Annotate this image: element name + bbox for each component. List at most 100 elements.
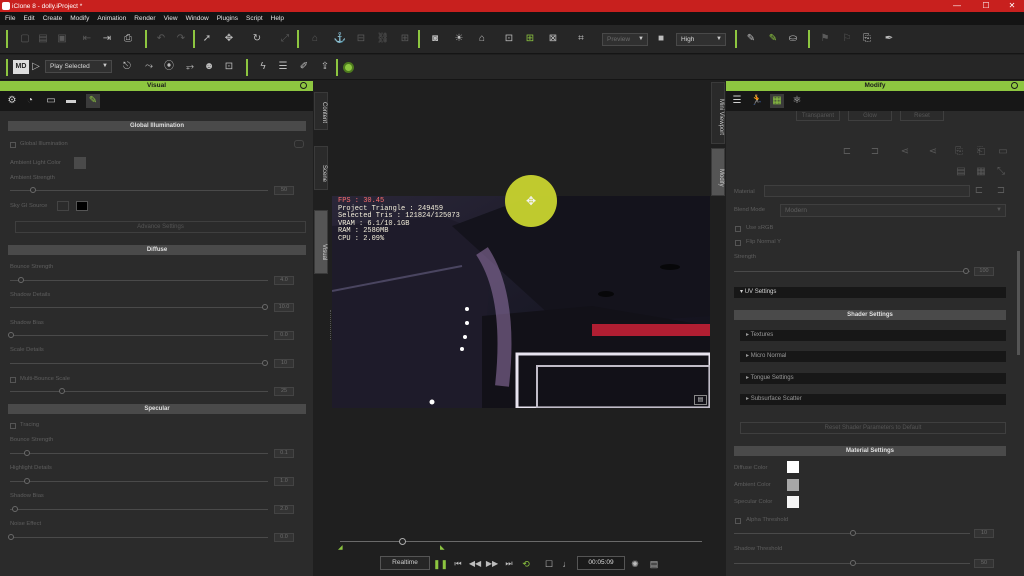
play-selected-select[interactable]: Play Selected ▼ [45,60,112,73]
flash-icon[interactable]: ϟ [256,60,270,74]
crowd-icon[interactable]: ☻ [202,60,216,74]
scrollbar-thumb[interactable] [1017,251,1020,355]
pause-icon[interactable]: ❚❚ [433,557,448,571]
paste-icon[interactable]: ⎗ [974,145,988,159]
menu-view[interactable]: View [164,15,178,22]
move-icon[interactable]: ✥ [222,32,236,46]
slider-knob[interactable] [59,388,65,394]
spec-bounce-field[interactable]: 0.1 [274,449,294,458]
save-icon[interactable]: ▣ [55,32,69,46]
multibounce-field[interactable]: 25 [274,387,294,396]
waypoint-icon[interactable]: ⦿ [162,60,176,74]
menu-file[interactable]: File [5,15,15,22]
diffuse-section-header[interactable]: Diffuse [8,245,306,255]
slider-knob[interactable] [262,360,268,366]
shadow-bias-field[interactable]: 0.0 [274,331,294,340]
alpha-threshold-field[interactable]: 10 [974,529,994,538]
snap-icon[interactable]: ⊠ [546,32,560,46]
sliders-icon[interactable]: ☰ [730,94,744,108]
pen-icon[interactable]: ✐ [297,60,311,74]
reset-shader-button[interactable]: Reset Shader Parameters to Default [740,422,1006,434]
align-icon[interactable]: ⊞ [398,32,412,46]
environment-icon[interactable]: ▬ [64,94,78,108]
slider-knob[interactable] [963,268,969,274]
metronome-icon[interactable]: ♩ [560,557,574,571]
live-link-icon[interactable] [343,62,354,73]
tab-mini-viewport[interactable]: Mini Viewport [711,82,725,144]
shadow-threshold-field[interactable]: 50 [974,559,994,568]
menu-modify[interactable]: Modify [70,15,89,22]
link-icon[interactable]: ⛓ [376,32,390,46]
save-material-icon[interactable]: ⊐ [868,145,882,159]
group-path-icon[interactable]: ⥅ [183,60,197,74]
shader-item-sss[interactable]: ▸ Subsurface Scatter [740,394,1006,405]
panel-close-icon[interactable] [300,82,307,89]
go-to-end-icon[interactable]: ⏭ [502,557,516,571]
select-icon[interactable]: ➚ [200,32,214,46]
noise-effect-slider[interactable] [10,537,268,538]
menu-script[interactable]: Script [246,15,263,22]
move-gizmo[interactable]: ✥ [505,175,557,227]
viewport-caption-icon[interactable]: ▤ [694,395,707,405]
reset-button[interactable]: Reset [900,111,944,121]
delete-icon[interactable]: ▭ [996,145,1010,159]
shader-settings-header[interactable]: Shader Settings [734,310,1006,320]
bounce-strength-field[interactable]: 4.0 [274,276,294,285]
multibounce-checkbox[interactable] [10,377,16,383]
reset-icon[interactable] [294,140,304,148]
bake-icon[interactable]: ⚑ [818,32,832,46]
export-motion-icon[interactable]: ⇪ [318,60,332,74]
strength-field[interactable]: 100 [974,267,994,276]
slider-knob[interactable] [8,332,14,338]
material-field[interactable] [764,185,970,197]
specular-section-header[interactable]: Specular [8,404,306,414]
transparent-button[interactable]: Transparent [796,111,840,121]
menu-create[interactable]: Create [43,15,63,22]
menu-window[interactable]: Window [186,15,209,22]
panel-close-icon[interactable] [1011,82,1018,89]
3d-viewport[interactable]: FPS : 30.45 Project Triangle : 249459 Se… [332,196,710,408]
tracing-checkbox[interactable] [10,423,16,429]
bounce-strength-slider[interactable] [10,280,268,281]
menu-render[interactable]: Render [134,15,155,22]
redo-icon[interactable]: ↷ [174,32,188,46]
close-button[interactable]: ✕ [1001,0,1023,12]
rotate-icon[interactable]: ↻ [250,32,264,46]
specular-color-swatch[interactable] [787,496,799,508]
material-link-icon[interactable]: ⊐ [994,184,1008,198]
shader-item-textures[interactable]: ▸ Textures [740,330,1006,341]
slider-knob[interactable] [262,304,268,310]
camera-view-icon[interactable]: ⌗ [574,32,588,46]
highlight-details-slider[interactable] [10,481,268,482]
import-icon[interactable]: ⇤ [80,32,94,46]
timeline-icon[interactable]: ▤ [647,557,661,571]
loop-icon[interactable]: ⟲ [519,557,533,571]
range-end-marker[interactable]: ◣ [440,544,445,551]
expand-icon[interactable]: ⤡ [994,165,1008,179]
use-srgb-checkbox[interactable] [735,226,741,232]
tab-scene[interactable]: Scene [314,146,328,190]
quality-level-select[interactable]: High ▼ [676,33,726,46]
light-icon[interactable]: ☀ [452,32,466,46]
morph-icon[interactable]: ⚐ [840,32,854,46]
timeline-track[interactable] [340,541,702,542]
behavior-icon[interactable]: ⊡ [222,60,236,74]
glow-button[interactable]: Glow [848,111,892,121]
uv-settings-row[interactable]: ▾ UV Settings [734,287,1006,298]
motion-icon[interactable]: 🏃 [750,94,764,108]
home-icon[interactable]: ⌂ [475,32,489,46]
ambient-icon[interactable]: ◔ [23,94,37,108]
realtime-button[interactable]: Realtime [380,556,430,570]
open-file-icon[interactable]: ▤ [36,32,50,46]
shader-item-tongue[interactable]: ▸ Tongue Settings [740,373,1006,384]
spec-bounce-slider[interactable] [10,453,268,454]
slider-knob[interactable] [24,450,30,456]
diffuse-color-swatch[interactable] [787,461,799,473]
menu-animation[interactable]: Animation [97,15,126,22]
detach-icon[interactable]: ⊟ [354,32,368,46]
path-icon[interactable]: ⤳ [142,60,156,74]
noise-effect-field[interactable]: 0.0 [274,533,294,542]
scale-details-field[interactable]: 10 [274,359,294,368]
sky-gi-button[interactable] [57,201,69,211]
bucket-icon[interactable]: ⛀ [786,32,800,46]
